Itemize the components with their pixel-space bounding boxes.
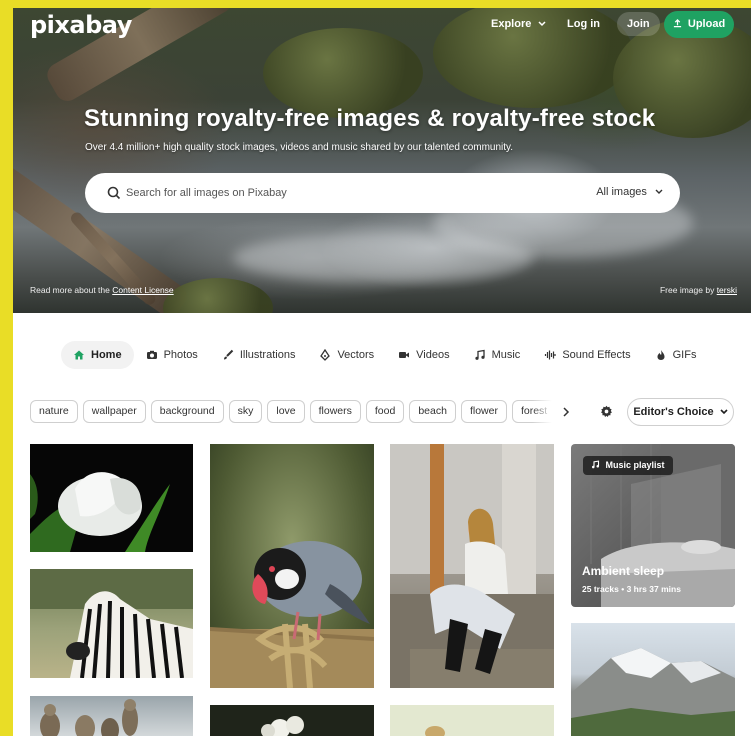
tab-illustrations[interactable]: Illustrations — [210, 341, 308, 369]
image-credit: Free image by terski — [660, 285, 737, 295]
playlist-tracks: 25 tracks — [582, 584, 619, 594]
gear-icon — [601, 405, 612, 417]
tab-videos[interactable]: Videos — [386, 341, 461, 369]
image-tulip[interactable] — [30, 444, 193, 552]
tab-photos[interactable]: Photos — [134, 341, 210, 369]
search-bar: All images — [85, 173, 680, 213]
tulip-illustration — [30, 472, 170, 552]
pixabay-logo[interactable]: pixabay — [30, 11, 132, 39]
filter-settings-button[interactable] — [600, 405, 614, 419]
mountain-illustration — [571, 648, 735, 736]
sparrow-illustration — [210, 541, 374, 688]
image-zebra[interactable] — [30, 569, 193, 678]
tab-gifs[interactable]: GIFs — [643, 341, 709, 369]
hero-mossy-rock — [163, 278, 273, 313]
hero-title: Stunning royalty-free images & royalty-f… — [84, 105, 656, 132]
explore-menu[interactable]: Explore — [491, 18, 546, 30]
flower-illustration — [261, 716, 304, 736]
license-note: Read more about the Content License — [30, 285, 174, 295]
tab-label: Videos — [416, 349, 450, 361]
playlist-title: Ambient sleep — [582, 564, 665, 578]
image-flowers[interactable] — [210, 705, 374, 736]
explore-label: Explore — [491, 18, 532, 30]
tag-beach[interactable]: beach — [409, 400, 456, 423]
meerkat-illustration — [40, 699, 138, 736]
tags-fade — [532, 400, 552, 424]
page: pixabay Explore Log in Join Upload Stunn… — [13, 8, 751, 736]
tag-food[interactable]: food — [365, 400, 405, 423]
woman-illustration — [390, 444, 554, 688]
home-icon — [73, 349, 85, 361]
sort-label: Editor's Choice — [633, 406, 714, 418]
chevron-down-icon — [655, 189, 663, 194]
tag-nature[interactable]: nature — [30, 400, 78, 423]
search-type-label: All images — [596, 186, 647, 198]
image-mountain[interactable] — [571, 623, 735, 736]
tab-label: Home — [91, 349, 122, 361]
tag-flower[interactable]: flower — [460, 400, 507, 423]
upload-button[interactable]: Upload — [664, 11, 734, 38]
pen-nib-icon — [319, 349, 331, 361]
login-link[interactable]: Log in — [567, 18, 600, 30]
hero-banner: pixabay Explore Log in Join Upload Stunn… — [13, 8, 751, 313]
tag-background[interactable]: background — [150, 400, 224, 423]
sound-wave-icon — [544, 349, 556, 361]
tab-music[interactable]: Music — [462, 341, 533, 369]
search-input[interactable] — [126, 173, 556, 213]
hero-subtitle: Over 4.4 million+ high quality stock ima… — [85, 142, 514, 153]
tag-list: nature wallpaper background sky love flo… — [30, 400, 552, 424]
tab-label: Sound Effects — [562, 349, 631, 361]
tags-next-button[interactable] — [562, 405, 570, 420]
tab-label: Photos — [163, 349, 198, 361]
upload-icon — [673, 19, 681, 28]
playlist-duration: 3 hrs 37 mins — [626, 584, 681, 594]
sort-dropdown[interactable]: Editor's Choice — [627, 398, 734, 426]
search-type-dropdown[interactable]: All images — [596, 186, 663, 198]
tab-label: Music — [491, 349, 521, 361]
content-license-link[interactable]: Content License — [112, 285, 173, 295]
category-tabs: Home Photos Illustrations Vectors Videos… — [61, 341, 708, 369]
tag-love[interactable]: love — [267, 400, 305, 423]
credit-prefix: Free image by — [659, 285, 717, 295]
image-animal[interactable] — [390, 705, 554, 736]
animal-illustration — [425, 726, 445, 736]
credit-author-link[interactable]: terski — [717, 285, 737, 295]
image-meerkats[interactable] — [30, 696, 193, 736]
license-prefix: Read more about the — [30, 285, 113, 295]
tab-label: Illustrations — [239, 349, 296, 361]
zebra-illustration — [30, 569, 193, 678]
tag-wallpaper[interactable]: wallpaper — [82, 400, 146, 423]
chevron-right-icon — [563, 407, 570, 417]
music-note-icon — [591, 460, 600, 469]
music-playlist-card[interactable]: Music playlist Ambient sleep 25 tracks •… — [571, 444, 735, 607]
playlist-badge-label: Music playlist — [605, 460, 665, 470]
join-button[interactable]: Join — [617, 12, 660, 36]
camera-icon — [146, 349, 158, 361]
music-playlist-badge: Music playlist — [583, 456, 673, 475]
tab-home[interactable]: Home — [61, 341, 134, 369]
music-note-icon — [474, 349, 486, 361]
flame-icon — [655, 349, 667, 361]
upload-label: Upload — [687, 18, 726, 30]
hero-waterfall — [233, 233, 533, 283]
video-camera-icon — [398, 349, 410, 361]
chevron-down-icon — [720, 409, 728, 415]
search-icon — [107, 186, 121, 200]
tab-vectors[interactable]: Vectors — [307, 341, 386, 369]
top-navigation: pixabay Explore Log in Join Upload — [13, 8, 751, 42]
image-woman-sitting[interactable] — [390, 444, 554, 688]
tab-sound-effects[interactable]: Sound Effects — [532, 341, 642, 369]
brush-icon — [222, 349, 234, 361]
tag-flowers[interactable]: flowers — [309, 400, 361, 423]
tab-label: Vectors — [337, 349, 375, 361]
tag-sky[interactable]: sky — [228, 400, 263, 423]
chevron-down-icon — [538, 21, 546, 27]
playlist-meta: 25 tracks • 3 hrs 37 mins — [582, 584, 681, 594]
tab-label: GIFs — [672, 349, 697, 361]
image-java-sparrow[interactable] — [210, 444, 374, 688]
